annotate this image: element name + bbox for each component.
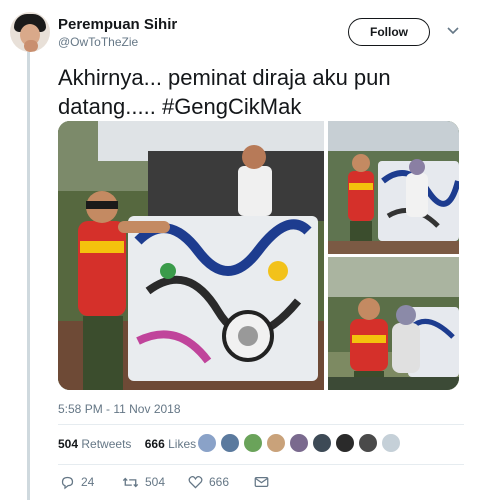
caret-down-icon[interactable] — [446, 24, 460, 38]
photo-top-right[interactable] — [328, 121, 459, 254]
heart-icon — [188, 475, 203, 489]
photo-bottom-right[interactable] — [328, 257, 459, 390]
liker-avatar[interactable] — [335, 433, 355, 453]
user-handle[interactable]: @OwToTheZie — [58, 35, 138, 49]
reply-count: 24 — [81, 475, 95, 489]
liker-avatar[interactable] — [266, 433, 286, 453]
follow-button[interactable]: Follow — [348, 18, 430, 46]
likers-avatars — [197, 433, 401, 455]
retweets-count[interactable]: 504 — [58, 437, 78, 451]
likes-label[interactable]: Likes — [168, 437, 196, 451]
likes-count[interactable]: 666 — [145, 437, 165, 451]
thread-line — [27, 52, 30, 500]
avatar[interactable] — [10, 12, 50, 52]
divider — [58, 424, 464, 425]
liker-avatar[interactable] — [220, 433, 240, 453]
retweets-label[interactable]: Retweets — [81, 437, 131, 451]
like-action[interactable]: 666 — [188, 473, 229, 491]
reply-action[interactable]: 24 — [60, 473, 94, 491]
message-icon — [254, 476, 269, 488]
tweet-timestamp[interactable]: 5:58 PM - 11 Nov 2018 — [58, 402, 181, 416]
media-grid[interactable] — [58, 121, 459, 390]
liker-avatar[interactable] — [243, 433, 263, 453]
tweet-actions: 24 504 666 — [58, 473, 318, 491]
tweet-stats: 504 Retweets 666 Likes — [58, 437, 196, 451]
liker-avatar[interactable] — [312, 433, 332, 453]
message-action[interactable] — [254, 473, 269, 491]
tweet-header: Perempuan Sihir @OwToTheZie Follow — [10, 10, 472, 54]
liker-avatar[interactable] — [197, 433, 217, 453]
photo-main[interactable] — [58, 121, 324, 390]
display-name[interactable]: Perempuan Sihir — [58, 16, 177, 33]
like-count: 666 — [209, 475, 230, 489]
retweet-count: 504 — [145, 475, 166, 489]
liker-avatar[interactable] — [381, 433, 401, 453]
reply-icon — [60, 475, 75, 490]
divider — [58, 464, 464, 465]
tweet-text: Akhirnya... peminat diraja aku pun datan… — [58, 65, 391, 119]
retweet-action[interactable]: 504 — [122, 473, 165, 491]
retweet-icon — [122, 475, 139, 490]
liker-avatar[interactable] — [358, 433, 378, 453]
liker-avatar[interactable] — [289, 433, 309, 453]
